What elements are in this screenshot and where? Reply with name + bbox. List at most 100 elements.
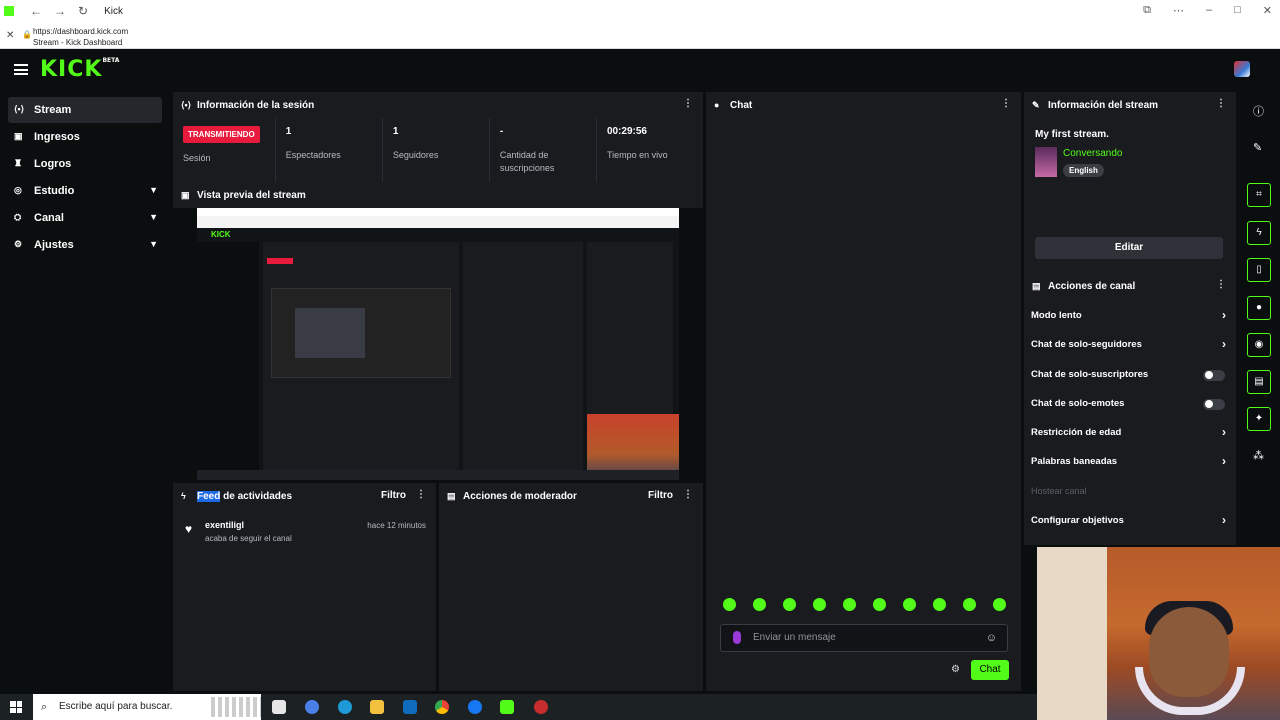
stream-category[interactable]: Conversando: [1063, 148, 1122, 159]
webcam-overlay: [1037, 547, 1280, 720]
emote-icon[interactable]: [723, 598, 736, 611]
reload-icon[interactable]: ↻: [78, 4, 88, 18]
gear-icon: ⚙: [14, 239, 23, 249]
minimize-icon[interactable]: –: [1206, 4, 1212, 17]
browser-extensions-icon[interactable]: ⧉: [1143, 4, 1151, 17]
action-banned-words[interactable]: Palabras baneadas ›: [1024, 447, 1236, 476]
bolt-icon[interactable]: ϟ: [1247, 221, 1271, 245]
outlook-icon[interactable]: [403, 700, 417, 714]
facebook-icon[interactable]: [468, 700, 482, 714]
screen-icon[interactable]: ⌗: [1247, 183, 1271, 207]
apps-icon[interactable]: ⁂: [1253, 449, 1264, 462]
trophy-icon: ♜: [14, 158, 23, 168]
emote-icon[interactable]: [753, 598, 766, 611]
stat-label: Tiempo en vivo: [606, 150, 668, 160]
chevron-right-icon: ›: [1222, 425, 1226, 440]
emote-icon[interactable]: [783, 598, 796, 611]
action-emotes-only: Chat de solo-emotes: [1024, 389, 1236, 418]
broadcast-icon[interactable]: ◉: [1247, 333, 1271, 357]
address-bar[interactable]: ✕ 🔒 https://dashboard.kick.com Stream - …: [0, 22, 1280, 49]
info-icon[interactable]: ⓘ: [1253, 103, 1264, 119]
emote-icon[interactable]: [873, 598, 886, 611]
more-options-icon[interactable]: ⋮: [683, 98, 693, 109]
wrench-icon[interactable]: ✦: [1247, 407, 1271, 431]
channel-icon: ⛭: [14, 212, 22, 222]
chat-bubble-icon[interactable]: ●: [1247, 296, 1271, 320]
chat-panel: ● Chat ⋮ Enviar un mensaje ☺ ⚙ Chat: [706, 92, 1021, 691]
sidebar-item-ingresos[interactable]: ▣ Ingresos: [8, 124, 162, 150]
sidebar-item-ajustes[interactable]: ⚙ Ajustes ▼: [8, 232, 162, 258]
chevron-right-icon: ›: [1222, 308, 1226, 322]
more-options-icon[interactable]: ⋮: [416, 489, 426, 500]
action-configure-goals[interactable]: Configurar objetivos ›: [1024, 506, 1236, 535]
chevron-right-icon: ›: [1222, 454, 1226, 469]
emote-icon[interactable]: [933, 598, 946, 611]
menu-icon[interactable]: [14, 64, 28, 75]
edit-icon: ✎: [1032, 99, 1040, 110]
obs-icon[interactable]: [534, 700, 548, 714]
stop-loading-icon[interactable]: ✕: [6, 30, 14, 41]
moderator-filter-button[interactable]: Filtro: [648, 490, 673, 501]
more-options-icon[interactable]: ⋮: [1216, 279, 1226, 290]
category-thumbnail: [1035, 147, 1057, 177]
sidebar-item-label: Ajustes: [34, 239, 74, 251]
panel-title: Información del stream: [1048, 99, 1159, 111]
emotes-only-toggle[interactable]: [1203, 398, 1225, 410]
microphone-icon[interactable]: [733, 631, 741, 644]
wallet-icon: ▣: [14, 131, 23, 141]
stream-preview-video[interactable]: KICK: [197, 208, 679, 480]
emote-icon[interactable]: [993, 598, 1006, 611]
stream-title: My first stream.: [1035, 129, 1109, 140]
stat-viewers: 1 Espectadores: [276, 118, 383, 182]
action-slow-mode[interactable]: Modo lento ›: [1024, 301, 1236, 330]
panel-title: Feed de actividades: [197, 490, 293, 502]
action-subscribers-only: Chat de solo-suscriptores: [1024, 360, 1236, 389]
kick-logo[interactable]: KICKBETA: [40, 57, 119, 82]
emote-icon[interactable]: [813, 598, 826, 611]
more-options-icon[interactable]: ⋮: [683, 489, 693, 500]
sidebar-item-stream[interactable]: ⟨•⟩ Stream: [8, 97, 162, 123]
more-options-icon[interactable]: ⋮: [1001, 98, 1011, 109]
chat-message-input[interactable]: Enviar un mensaje ☺: [720, 624, 1008, 652]
forward-icon[interactable]: →: [54, 4, 66, 18]
sidebar-item-estudio[interactable]: ◎ Estudio ▼: [8, 178, 162, 204]
subscribers-only-toggle[interactable]: [1203, 369, 1225, 381]
right-rail: ⓘ ✎ ⌗ ϟ ▯ ● ◉ ▤ ✦ ⁂: [1241, 91, 1280, 551]
emote-icon[interactable]: [903, 598, 916, 611]
user-avatar[interactable]: [1234, 61, 1250, 77]
more-options-icon[interactable]: ⋮: [1216, 98, 1226, 109]
task-view-icon[interactable]: [272, 700, 286, 714]
edge-icon[interactable]: [338, 700, 352, 714]
session-stats: TRANSMITIENDO Sesión 1 Espectadores 1 Se…: [173, 118, 703, 182]
close-window-icon[interactable]: ✕: [1263, 4, 1272, 17]
emoji-icon[interactable]: ☺: [986, 632, 997, 644]
search-placeholder: Escribe aquí para buscar.: [59, 701, 173, 712]
taskbar-search-input[interactable]: ⌕ Escribe aquí para buscar.: [33, 694, 261, 720]
emote-icon[interactable]: [843, 598, 856, 611]
emote-icon[interactable]: [963, 598, 976, 611]
back-icon[interactable]: ←: [30, 4, 42, 18]
browser-more-icon[interactable]: ⋯: [1173, 4, 1184, 17]
kick-app-icon[interactable]: [500, 700, 514, 714]
send-chat-button[interactable]: Chat: [971, 660, 1009, 680]
document-icon[interactable]: ▯: [1247, 258, 1271, 282]
sidebar-item-logros[interactable]: ♜ Logros: [8, 151, 162, 177]
browser-title-bar: ← → ↻ Kick ⧉ ⋯ – □ ✕: [0, 0, 1280, 22]
stat-session: TRANSMITIENDO Sesión: [173, 118, 276, 182]
pencil-icon[interactable]: ✎: [1253, 141, 1262, 154]
panel-title: Vista previa del stream: [197, 189, 306, 201]
list-icon[interactable]: ▤: [1247, 370, 1271, 394]
windows-start-icon[interactable]: [10, 701, 22, 713]
file-explorer-icon[interactable]: [370, 700, 384, 714]
chrome-icon[interactable]: [435, 700, 449, 714]
feed-username[interactable]: exentiligl: [205, 520, 244, 530]
maximize-icon[interactable]: □: [1234, 4, 1241, 17]
action-followers-only[interactable]: Chat de solo-seguidores ›: [1024, 330, 1236, 359]
sidebar-item-canal[interactable]: ⛭ Canal ▼: [8, 205, 162, 231]
action-age-restriction[interactable]: Restricción de edad ›: [1024, 418, 1236, 447]
feed-filter-button[interactable]: Filtro: [381, 490, 406, 501]
edit-stream-button[interactable]: Editar: [1035, 237, 1223, 259]
chat-settings-icon[interactable]: ⚙: [951, 664, 960, 675]
copilot-icon[interactable]: [305, 700, 319, 714]
chat-panel-header: ● Chat ⋮: [706, 92, 1021, 118]
